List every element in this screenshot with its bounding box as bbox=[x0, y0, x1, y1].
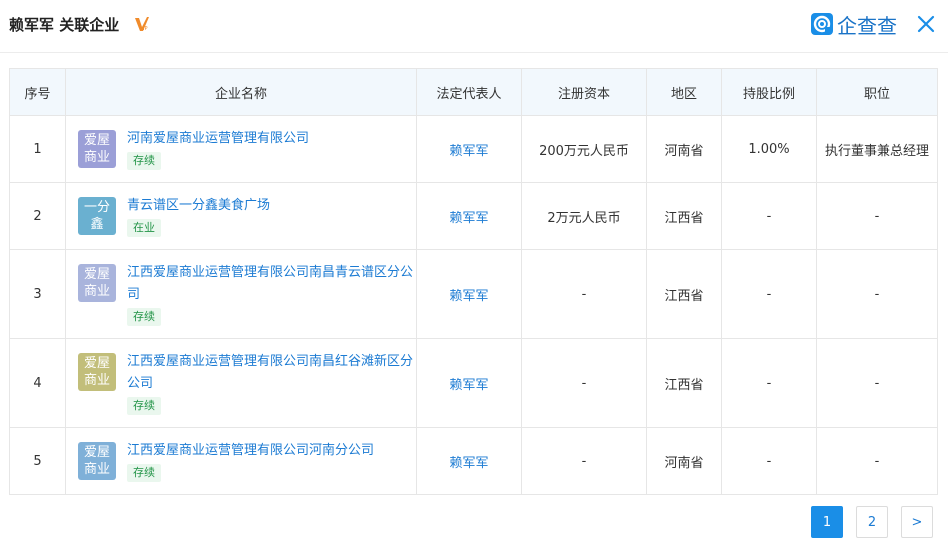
region: 河南省 bbox=[646, 115, 722, 183]
col-header-share: 持股比例 bbox=[721, 68, 817, 116]
position: 执行董事兼总经理 bbox=[816, 115, 938, 183]
company-cell: 爱屋 商业 江西爱屋商业运营管理有限公司南昌青云谱区分公司存续 bbox=[65, 249, 417, 339]
share-ratio: - bbox=[721, 427, 817, 495]
company-cell: 爱屋 商业 河南爱屋商业运营管理有限公司存续 bbox=[65, 115, 417, 183]
table-row: 5 爱屋 商业 江西爱屋商业运营管理有限公司河南分公司 存续 赖军军 - 河南省 - - bbox=[9, 427, 938, 495]
pagination: 1 2 > bbox=[798, 506, 933, 540]
vip-icon: IP bbox=[135, 17, 149, 32]
col-header-index: 序号 bbox=[9, 68, 66, 116]
registered-capital: 200万元人民币 bbox=[521, 115, 647, 183]
logo-mark-icon bbox=[811, 13, 833, 35]
company-cell: 一分 鑫青云谱区一分鑫美食广场在业 bbox=[65, 182, 417, 250]
registered-capital: - bbox=[521, 249, 647, 339]
position: - bbox=[816, 427, 938, 495]
row-index: 4 bbox=[9, 338, 66, 428]
company-name-link[interactable]: 河南爱屋商业运营管理有限公司 bbox=[127, 128, 415, 150]
status-badge: 存续 bbox=[127, 464, 161, 482]
legal-rep-link[interactable]: 赖军军 bbox=[416, 115, 522, 183]
legal-rep-link[interactable]: 赖军军 bbox=[416, 249, 522, 339]
share-ratio: - bbox=[721, 182, 817, 250]
dialog-title: 赖军军 关联企业 bbox=[9, 16, 120, 34]
company-avatar: 爱屋 商业 bbox=[78, 130, 116, 168]
status-badge: 在业 bbox=[127, 219, 161, 237]
row-index: 5 bbox=[9, 427, 66, 495]
related-companies-table: 序号 企业名称 法定代表人 注册资本 地区 持股比例 职位 1 爱屋 商业 河南爱屋… bbox=[9, 68, 938, 495]
position: - bbox=[816, 249, 938, 339]
company-name-link[interactable]: 青云谱区一分鑫美食广场 bbox=[127, 195, 415, 217]
company-avatar: 爱屋 商业 bbox=[78, 442, 116, 480]
share-ratio: - bbox=[721, 338, 817, 428]
next-page-button[interactable]: > bbox=[901, 506, 933, 538]
legal-rep-link[interactable]: 赖军军 bbox=[416, 182, 522, 250]
logo-text: 企查查 bbox=[837, 13, 897, 38]
table-row: 1 爱屋 商业 河南爱屋商业运营管理有限公司 存续 赖军军 200万元人民币 河南省 1.00… bbox=[9, 115, 938, 183]
col-header-legal-rep: 法定代表人 bbox=[416, 68, 522, 116]
company-avatar: 爱屋 商业 bbox=[78, 264, 116, 302]
region: 江西省 bbox=[646, 338, 722, 428]
company-name-link[interactable]: 江西爱屋商业运营管理有限公司南昌红谷滩新区分公司 bbox=[127, 351, 415, 395]
registered-capital: 2万元人民币 bbox=[521, 182, 647, 250]
region: 江西省 bbox=[646, 182, 722, 250]
position: - bbox=[816, 338, 938, 428]
row-index: 3 bbox=[9, 249, 66, 339]
share-ratio: 1.00% bbox=[721, 115, 817, 183]
company-avatar: 爱屋 商业 bbox=[78, 353, 116, 391]
status-badge: 存续 bbox=[127, 308, 161, 326]
col-header-company: 企业名称 bbox=[65, 68, 417, 116]
company-cell: 爱屋 商业 江西爱屋商业运营管理有限公司河南分公司存续 bbox=[65, 427, 417, 495]
row-index: 2 bbox=[9, 182, 66, 250]
region: 江西省 bbox=[646, 249, 722, 339]
region: 河南省 bbox=[646, 427, 722, 495]
position: - bbox=[816, 182, 938, 250]
page-button-2[interactable]: 2 bbox=[856, 506, 888, 538]
table-row: 2 一分 鑫青云谱区一分鑫美食广场 在业 赖军军 2万元人民币 江西省 - - bbox=[9, 182, 938, 250]
table-row: 3 爱屋 商业 江西爱屋商业运营管理有限公司南昌青云谱区分公司 存续 赖军军 - 江西省 - - bbox=[9, 249, 938, 339]
qichacha-logo: 企查查 bbox=[811, 11, 897, 38]
col-header-region: 地区 bbox=[646, 68, 722, 116]
legal-rep-link[interactable]: 赖军军 bbox=[416, 338, 522, 428]
company-name-link[interactable]: 江西爱屋商业运营管理有限公司河南分公司 bbox=[127, 440, 415, 462]
registered-capital: - bbox=[521, 338, 647, 428]
legal-rep-link[interactable]: 赖军军 bbox=[416, 427, 522, 495]
page-button-1[interactable]: 1 bbox=[811, 506, 843, 538]
status-badge: 存续 bbox=[127, 152, 161, 170]
company-cell: 爱屋 商业 江西爱屋商业运营管理有限公司南昌红谷滩新区分公司存续 bbox=[65, 338, 417, 428]
company-avatar: 一分 鑫 bbox=[78, 197, 116, 235]
close-icon[interactable] bbox=[916, 14, 936, 34]
col-header-position: 职位 bbox=[816, 68, 938, 116]
svg-text:IP: IP bbox=[143, 26, 148, 32]
table-row: 4 爱屋 商业 江西爱屋商业运营管理有限公司南昌红谷滩新区分公司 存续 赖军军 - 江西省 -… bbox=[9, 338, 938, 428]
registered-capital: - bbox=[521, 427, 647, 495]
company-name-link[interactable]: 江西爱屋商业运营管理有限公司南昌青云谱区分公司 bbox=[127, 262, 415, 306]
share-ratio: - bbox=[721, 249, 817, 339]
table-header-row: 序号 企业名称 法定代表人 注册资本 地区 持股比例 职位 bbox=[9, 68, 938, 116]
col-header-capital: 注册资本 bbox=[521, 68, 647, 116]
status-badge: 存续 bbox=[127, 397, 161, 415]
dialog-header: 赖军军 关联企业 IP 企查查 bbox=[0, 0, 948, 53]
row-index: 1 bbox=[9, 115, 66, 183]
